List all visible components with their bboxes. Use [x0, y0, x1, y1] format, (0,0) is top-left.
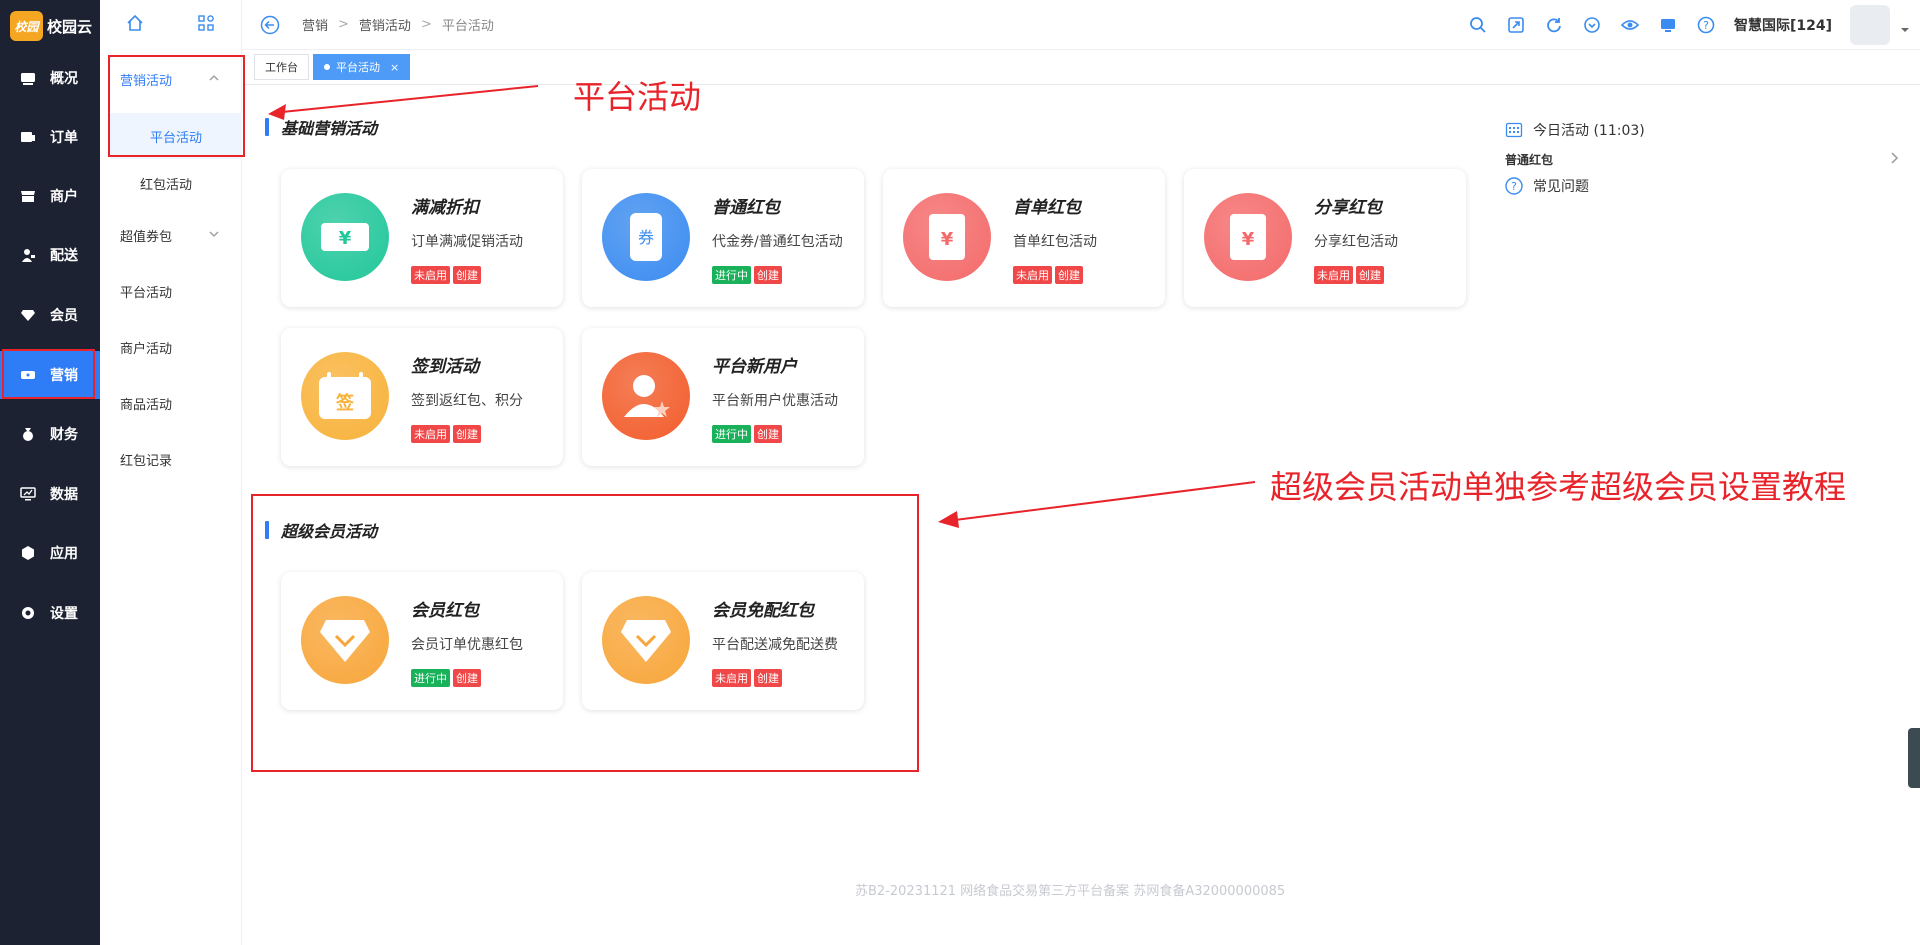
footer-license: 苏B2-20231121 网络食品交易第三方平台备案 苏网食备A32000000…: [855, 884, 1286, 899]
side-handle[interactable]: [1908, 728, 1920, 788]
app-root: 校园 校园云 概况 订单 商户 配送 会员 营销 财务 数据 应用 设置 营销活动 平台活动 红包活动…: [0, 0, 1920, 945]
annotation-caption-platform: 平台活动: [573, 78, 702, 116]
annotation-caption-super: 超级会员活动单独参考超级会员设置教程: [1270, 468, 1847, 506]
